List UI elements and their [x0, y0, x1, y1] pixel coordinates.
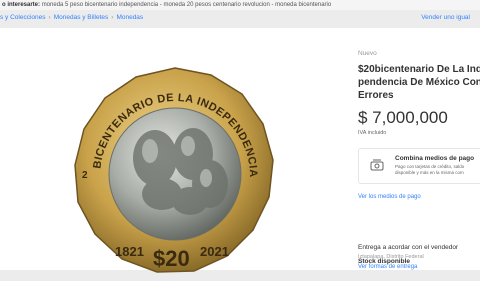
breadcrumb: s y Colecciones › Monedas y Billetes › Moned…: [0, 13, 480, 23]
product-title-line: pendencia De México Con: [358, 77, 480, 88]
payment-methods-link[interactable]: Ver los medios de pago: [358, 194, 421, 200]
coin-graphic: BICENTENARIO DE LA INDEPENDENCIA NACIONA…: [65, 57, 274, 273]
product-title-line: Errores: [358, 90, 394, 101]
breadcrumb-item-coins-bills[interactable]: Monedas y Billetes: [54, 14, 109, 21]
related-searches-label: o interesarte:: [2, 2, 41, 8]
tax-note: IVA incluido: [358, 130, 387, 136]
coin-left-mark: 2: [82, 170, 88, 181]
delivery-text: Entrega a acordar con el vendedor: [358, 244, 459, 251]
product-info: Nuevo $20bicentenario De La Inde pendenc…: [358, 28, 480, 270]
sell-similar-link[interactable]: Vender uno igual: [421, 13, 470, 23]
breadcrumb-item-coins[interactable]: Monedas: [116, 14, 143, 21]
coin-year-left: 1821: [115, 244, 144, 259]
breadcrumb-separator: ›: [48, 14, 51, 21]
condition-label: Nuevo: [358, 50, 377, 57]
stock-label: Stock disponible: [358, 258, 411, 265]
product-title: $20bicentenario De La Inde pendencia De …: [358, 63, 480, 102]
related-searches-bar: o interesarte: moneda 5 peso bicentenari…: [0, 0, 480, 10]
product-card: BICENTENARIO DE LA INDEPENDENCIA NACIONA…: [0, 28, 480, 273]
coin-denomination: $20: [153, 246, 190, 271]
product-title-line: $20bicentenario De La Inde: [358, 64, 480, 75]
payment-icon: [370, 159, 384, 171]
breadcrumb-separator: ›: [111, 14, 114, 21]
coin-image[interactable]: BICENTENARIO DE LA INDEPENDENCIA NACIONA…: [65, 57, 280, 276]
payment-description: Pago con tarjetas de crédito, saldo disp…: [395, 164, 464, 176]
payment-title: Combina medios de pago: [395, 155, 475, 162]
payment-methods-box[interactable]: Combina medios de pago Pago con tarjetas…: [358, 148, 480, 184]
related-searches-links[interactable]: moneda 5 peso bicentenario independencia…: [42, 2, 332, 8]
product-gallery[interactable]: BICENTENARIO DE LA INDEPENDENCIA NACIONA…: [0, 28, 340, 273]
payment-description-line: disponible y más en la misma com: [395, 170, 464, 175]
breadcrumb-item-collections[interactable]: s y Colecciones: [0, 14, 46, 21]
coin-year-right: 2021: [200, 244, 229, 259]
product-price: $ 7,000,000: [358, 108, 448, 127]
